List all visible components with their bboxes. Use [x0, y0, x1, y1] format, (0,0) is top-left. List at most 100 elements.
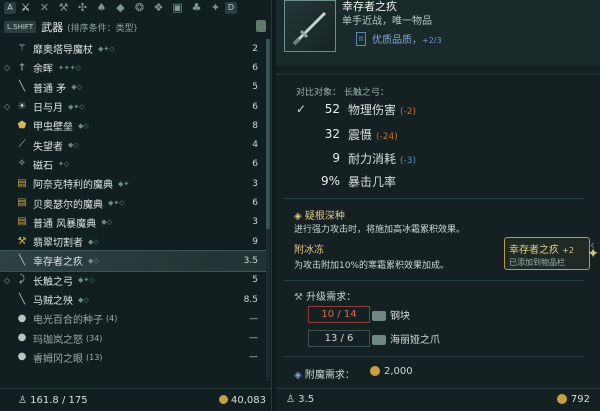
list-item[interactable]: ⟋ 失望者 ◆◇ 4	[0, 135, 266, 154]
item-name: 幸存者之疚	[33, 257, 83, 269]
polearm-icon: ╲	[18, 293, 26, 305]
sort-shift-key[interactable]: L.SHIFT	[4, 21, 37, 33]
sword-icon: ╲	[18, 254, 26, 266]
necklace-icon[interactable]: ❖	[149, 0, 168, 16]
list-item[interactable]: ▤ 普通 风暴魔典 ◆◇ 3	[0, 213, 266, 232]
enchant-req-text: 附魔需求：	[304, 370, 355, 381]
seed-icon: ●	[17, 351, 27, 363]
toast-title-text: 幸存者之疚	[509, 245, 559, 256]
divider	[284, 198, 584, 199]
stat-row: 9 耐力消耗 (-3)	[276, 148, 596, 168]
swords-icon[interactable]: ⚔	[16, 0, 35, 16]
list-item-selected[interactable]: ╲ 幸存者之疚 ◆◇ 3.5	[0, 250, 267, 272]
item-name: 翡翠切割者	[33, 238, 83, 250]
crossbow-icon[interactable]: ✣	[73, 0, 92, 16]
item-name: 余晖	[33, 64, 53, 76]
lock-icon[interactable]	[256, 20, 266, 32]
upgrade-title: ⚒ 升级需求：	[294, 288, 356, 303]
item-weight: 9	[252, 236, 258, 247]
sun-moon-icon: ☀	[17, 100, 27, 112]
anvil-icon: ⚒	[294, 292, 307, 303]
prev-tab-key[interactable]: A	[4, 2, 16, 14]
rarity-icon: ◆✦◇	[98, 44, 115, 53]
chevron-left-icon[interactable]: ‹	[590, 238, 600, 272]
stat-name: 物理伤害	[348, 102, 397, 117]
item-name: 日与月	[33, 103, 63, 115]
gem-icon[interactable]: ◆	[111, 0, 130, 16]
list-item[interactable]: ◇ ☀ 日与月 ◆✦◇ 6	[0, 97, 266, 116]
item-weight: 3	[252, 178, 258, 189]
list-item[interactable]: ◇ † 余晖 ✦✦✦◇ 6	[0, 58, 266, 77]
item-count: (13)	[86, 352, 103, 362]
rarity-icon: ◆◇	[78, 121, 89, 130]
sword-icon[interactable]: ✕	[35, 0, 54, 16]
coin-icon	[218, 395, 228, 404]
material-qty: 10 / 14	[308, 306, 370, 323]
inventory-screen: A ⚔ ✕ ⚒ ✣ ♠ ◆ ❂ ❖ ▣ ♣ ✦ D L.SHIFT 武器 (排序…	[0, 0, 600, 411]
toast-note: 已添加到物品栏	[509, 258, 565, 267]
list-item[interactable]: ⚒ 翡翠切割者 ◆◇ 9	[0, 232, 266, 251]
category-tabs: A ⚔ ✕ ⚒ ✣ ♠ ◆ ❂ ❖ ▣ ♣ ✦ D	[4, 0, 268, 16]
stat-delta: (-3)	[400, 155, 417, 166]
pouch-icon[interactable]: ♣	[187, 0, 206, 16]
item-subtitle: 单手近战，唯一物品	[342, 16, 432, 27]
list-item[interactable]: ╲ 马贼之殃 ◆◇ 8.5	[0, 290, 266, 309]
item-weight: 6	[252, 198, 258, 209]
rarity-icon: ✦✦✦◇	[58, 63, 81, 72]
item-weight: 3.5	[243, 255, 258, 266]
tome-icon: ▤	[17, 216, 27, 228]
scroll-icon[interactable]: ✦	[206, 0, 225, 16]
sort-label[interactable]: (排序条件：类型)	[67, 21, 137, 34]
sword-icon	[292, 11, 327, 46]
list-item[interactable]: ▤ 阿奈克特利的魔典 ◆✦ 3	[0, 174, 266, 193]
ring-icon[interactable]: ❂	[130, 0, 149, 16]
list-item[interactable]: ⚚ 靡奥塔导魔杖 ◆✦◇ 2	[0, 39, 266, 58]
item-name: 阿奈克特利的魔典	[33, 180, 113, 192]
rarity-icon: ◆◇	[68, 141, 79, 150]
list-item[interactable]: ╲ 普通 矛 ◆◇ 5	[0, 78, 266, 97]
rarity-icon: ◆✦	[118, 179, 130, 188]
stat-row: 32 震慑 (-24)	[276, 124, 596, 144]
list-item[interactable]: ◇ ⤸ 长触之弓 ◆✦◇ 5	[0, 271, 266, 290]
marker-icon: ◇	[3, 63, 11, 73]
material-name: 钢块	[372, 307, 410, 322]
item-weight: 4	[252, 140, 258, 151]
material-name: 海丽娅之爪	[372, 331, 440, 346]
item-weight: —	[249, 352, 258, 363]
item-count: (34)	[86, 333, 103, 343]
claw-icon	[372, 335, 386, 345]
quality-text: 优质品质，+2/3	[372, 31, 442, 46]
stat-label: 物理伤害 (-2)	[348, 101, 416, 118]
box-icon[interactable]: ▣	[168, 0, 187, 16]
rarity-icon: ◆◇	[78, 295, 89, 304]
axe-icon[interactable]: ⚒	[54, 0, 73, 16]
coin-icon	[370, 366, 380, 376]
gold-value: 40,083	[231, 394, 266, 406]
blade-icon: ⟋	[18, 139, 26, 151]
seed-icon: ●	[17, 312, 27, 324]
staff-icon: ⚚	[17, 42, 27, 54]
material-qty: 13 / 6	[308, 330, 370, 347]
list-item[interactable]: ✧ 磁石 ✦◇ 6	[0, 155, 266, 174]
quality-label: 优质品质，	[372, 35, 422, 46]
next-tab-key[interactable]: D	[225, 2, 237, 14]
list-item[interactable]: ● 玛珈岚之怒 (34) —	[0, 328, 266, 347]
trait-title: ◈ 疑根深种	[294, 207, 345, 222]
scrollbar-thumb[interactable]	[266, 39, 270, 229]
list-item[interactable]: ● 电光百合的种子 (4) —	[0, 309, 266, 328]
rarity-icon: ◆✦◇	[78, 276, 95, 285]
compare-label: 对比对象： 长触之弓：	[296, 88, 389, 98]
item-name: 睿姆冈之眼	[33, 353, 83, 365]
tome-icon: ▤	[17, 177, 27, 189]
rarity-icon: ✦◇	[58, 160, 70, 169]
list-scrollbar[interactable]	[266, 39, 270, 381]
stat-value: 32	[324, 127, 340, 141]
enchant-cost: 2,000	[370, 366, 413, 377]
stat-label: 震慑 (-24)	[348, 126, 398, 143]
item-name: 甲虫壁垒	[33, 122, 73, 134]
flask-icon[interactable]: ♠	[92, 0, 111, 16]
list-item[interactable]: ⬟ 甲虫壁垒 ◆◇ 8	[0, 116, 266, 135]
shield-icon: ⬟	[17, 119, 27, 131]
list-item[interactable]: ▤ 贝奥瑟尔的魔典 ◆✦◇ 6	[0, 193, 266, 212]
list-item[interactable]: ● 睿姆冈之眼 (13) —	[0, 348, 266, 367]
